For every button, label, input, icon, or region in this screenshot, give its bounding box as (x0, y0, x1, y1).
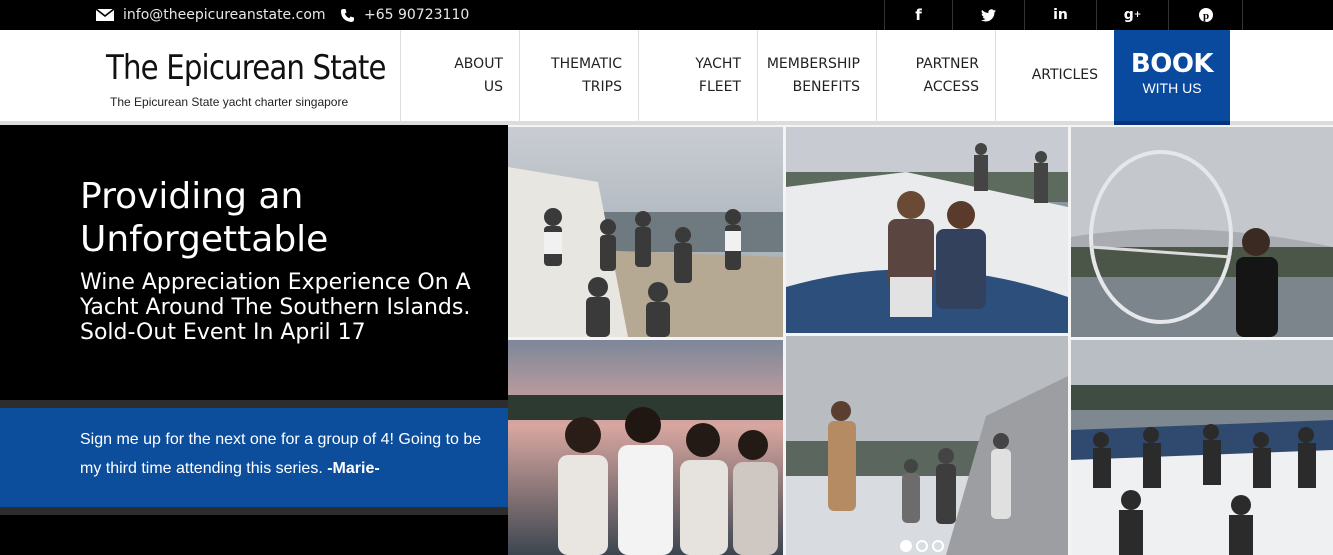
nav-item-membership-benefits[interactable]: MEMBERSHIP BENEFITS (757, 30, 876, 121)
quote-top-divider (0, 400, 508, 408)
nav-label-line2: US (483, 78, 503, 95)
hero-title: Providing an Unforgettable (80, 176, 329, 260)
google-plus-icon[interactable]: g + (1096, 0, 1168, 30)
book-button-sublabel: WITH US (1142, 80, 1202, 96)
linkedin-icon[interactable]: in (1024, 0, 1096, 30)
photo-group-on-deck (508, 127, 783, 337)
hero-subtitle: Wine Appreciation Experience On A Yacht … (80, 270, 471, 345)
testimonial-text: Sign me up for the next one for a group … (80, 425, 485, 483)
nav-label-line1: PARTNER (915, 55, 979, 72)
slider-dot-2[interactable] (916, 540, 928, 552)
photo-guests-on-bow (786, 336, 1068, 555)
nav-item-thematic-trips[interactable]: THEMATIC TRIPS (519, 30, 638, 121)
nav-item-partner-access[interactable]: PARTNER ACCESS (876, 30, 995, 121)
hero-panel: Providing an Unforgettable Wine Apprecia… (0, 125, 508, 555)
site-logo[interactable]: The Epicurean State (106, 48, 386, 88)
nav-label-line1: THEMATIC (551, 55, 622, 72)
social-links: f in g + p (884, 0, 1243, 30)
contact-phone[interactable]: +65 90723110 (340, 0, 469, 30)
nav-item-about-us[interactable]: ABOUT US (400, 30, 519, 121)
contact-email[interactable]: info@theepicureanstate.com (96, 0, 326, 30)
svg-text:p: p (1202, 10, 1208, 22)
nav-item-yacht-fleet[interactable]: YACHT FLEET (638, 30, 757, 121)
photo-collage (508, 125, 1333, 555)
photo-couple-on-yacht (786, 127, 1068, 333)
contact-email-text[interactable]: info@theepicureanstate.com (123, 7, 326, 23)
quote-bottom-divider (0, 507, 508, 515)
main-nav: ABOUT US THEMATIC TRIPS YACHT FLEET MEMBERS… (400, 30, 1114, 121)
contact-phone-text[interactable]: +65 90723110 (364, 7, 469, 23)
book-button-label: BOOK (1130, 49, 1214, 79)
twitter-icon[interactable] (952, 0, 1024, 30)
testimonial-author: -Marie- (327, 460, 380, 477)
nav-item-articles[interactable]: ARTICLES (995, 30, 1114, 121)
nav-label-line1: ABOUT (454, 55, 503, 72)
nav-label-line2: ACCESS (923, 78, 979, 95)
photo-group-on-deck-2 (1071, 340, 1333, 555)
nav-label-line2: TRIPS (582, 78, 622, 95)
nav-label-line2: FLEET (698, 78, 741, 95)
slider-pagination (900, 540, 944, 552)
pinterest-icon[interactable]: p (1168, 0, 1243, 30)
testimonial-quote: Sign me up for the next one for a group … (80, 431, 482, 477)
envelope-icon (96, 9, 114, 21)
site-tagline: The Epicurean State yacht charter singap… (110, 95, 349, 109)
nav-label-line1: YACHT (695, 55, 741, 72)
book-with-us-button[interactable]: BOOK WITH US (1114, 30, 1230, 125)
nav-label-line1: MEMBERSHIP (766, 55, 860, 72)
phone-icon (341, 8, 354, 22)
top-bar: info@theepicureanstate.com +65 90723110 … (0, 0, 1333, 30)
photo-group-sunset (508, 340, 783, 555)
slider-dot-3[interactable] (932, 540, 944, 552)
facebook-icon[interactable]: f (884, 0, 952, 30)
nav-label: ARTICLES (1031, 67, 1098, 83)
testimonial-box: Sign me up for the next one for a group … (0, 408, 508, 507)
nav-label-line2: BENEFITS (792, 78, 860, 95)
slider-dot-1[interactable] (900, 540, 912, 552)
photo-wine-glass (1071, 127, 1333, 337)
